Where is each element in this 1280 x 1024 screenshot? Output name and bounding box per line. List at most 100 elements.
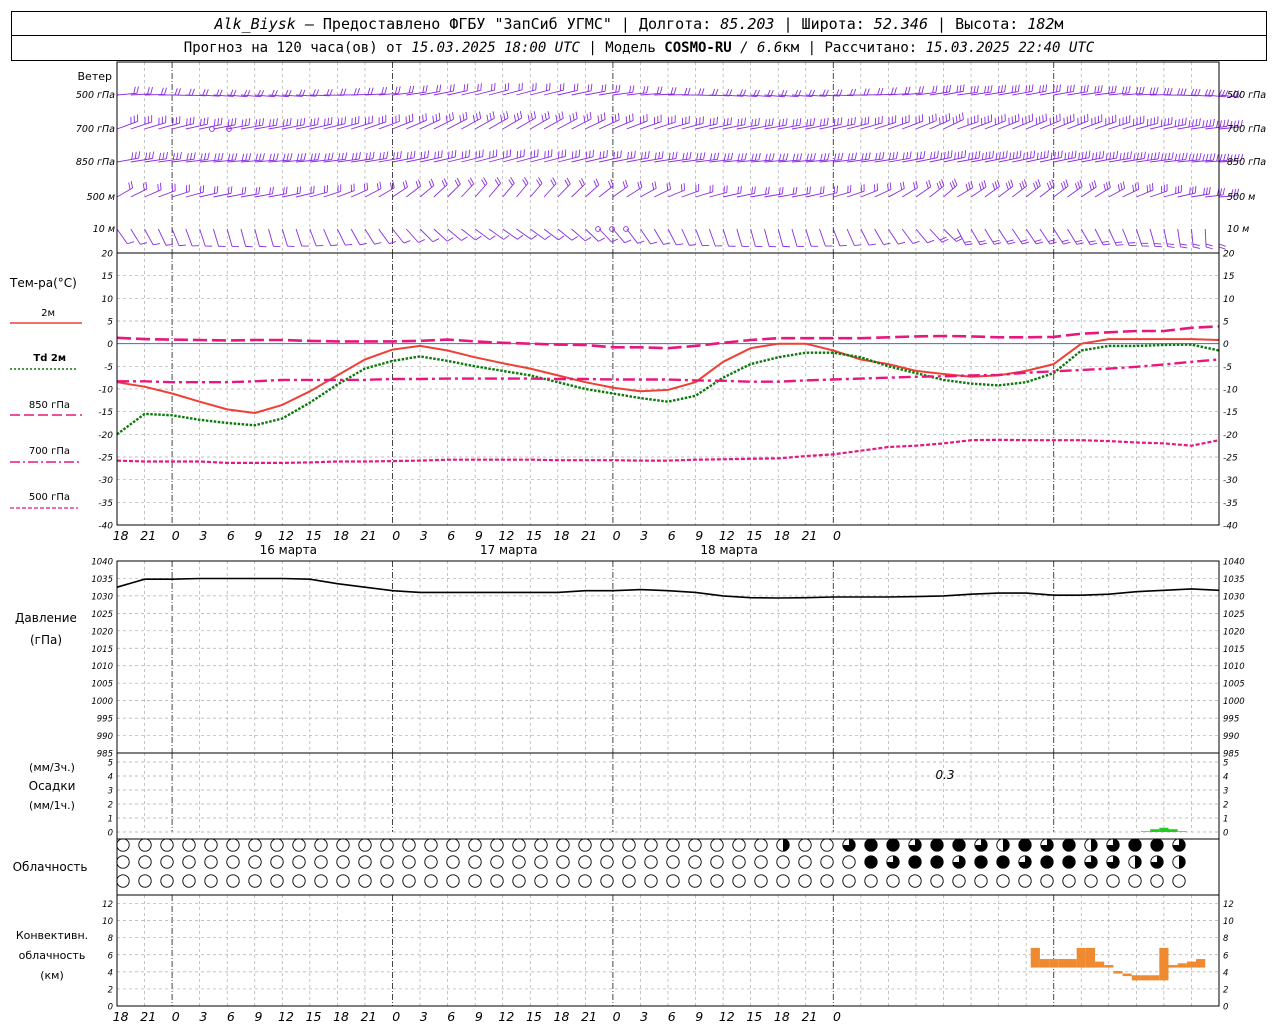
wind-barb-feather [976, 85, 979, 93]
cloud-cover-circle [512, 838, 526, 852]
wind-barb-feather [1115, 241, 1123, 244]
wind-barb-feather [952, 117, 955, 125]
wind-barb-feather [1063, 241, 1071, 245]
wind-barb-feather [1116, 151, 1119, 159]
precip-annotation: 0.3 [935, 768, 954, 782]
temperature-hour-label: 15 [306, 528, 322, 543]
wind-barb-feather [530, 112, 533, 120]
wind-level-right: 700 гПа [1227, 124, 1266, 135]
wind-barb-feather [517, 234, 524, 240]
wind-barb-feather [1086, 84, 1089, 92]
wind-barb-feather [939, 117, 941, 125]
wind-barb-feather [369, 152, 372, 160]
wind-barb-feather [833, 186, 836, 194]
wind-barb-feather [587, 84, 590, 92]
wind-level-right: 10 м [1227, 224, 1249, 235]
wind-barb-feather [584, 236, 592, 242]
wind-barb-feather [356, 88, 360, 95]
wind-barb-feather [186, 153, 189, 161]
wind-barb-feather [142, 183, 145, 191]
wind-barb-feather [406, 152, 409, 160]
wind-barb-feather [1089, 183, 1092, 191]
wind-barb-feather [1143, 151, 1146, 159]
wind-barb-feather [420, 151, 423, 160]
wind-barb-feather [1151, 183, 1154, 191]
temperature-hour-label: 15 [526, 528, 542, 543]
wind-barb-feather [1085, 151, 1087, 159]
wind-barb-feather [345, 243, 353, 246]
cloud-cover-circle [446, 838, 460, 852]
wind-barb-feather [408, 86, 412, 94]
cloud-cover-circle [666, 874, 680, 888]
wind-barb-feather [384, 86, 388, 94]
cloud-fill-full [952, 838, 966, 852]
wind-barb-feather [1189, 187, 1191, 195]
wind-barb-feather [625, 179, 628, 187]
wind-barb-feather [741, 153, 744, 161]
wind-barb-feather [1006, 239, 1014, 243]
wind-barb-feather [466, 83, 469, 91]
temperature-tick-left: 10 [102, 295, 114, 305]
wind-barb-feather [1066, 85, 1069, 93]
wind-barb-feather [1097, 85, 1100, 93]
wind-barb-feather [1056, 84, 1058, 93]
wind-barb-feather [754, 118, 757, 126]
wind-barb-feather [310, 118, 312, 127]
wind-barb-feather [716, 152, 720, 160]
wind-barb-feather [992, 183, 996, 191]
wind-barb-feather [685, 152, 688, 160]
wind-barb-feather [344, 116, 346, 124]
wind-barb-feather [1077, 181, 1081, 189]
convective-title-1: Конвективн. [16, 929, 88, 942]
wind-barb-feather [795, 118, 798, 126]
wind-barb-feather [138, 151, 141, 159]
wind-barb-feather [150, 86, 153, 94]
precip-unit-3h: (мм/3ч.) [29, 761, 75, 774]
cloud-cover-circle [908, 874, 922, 888]
wind-barb-feather [620, 150, 622, 158]
wind-barb-feather [765, 153, 768, 161]
wind-barb-feather [1140, 152, 1143, 160]
wind-barb-feather [158, 152, 162, 160]
wind-barb-feather [1205, 246, 1213, 250]
wind-barb-feather [1017, 84, 1020, 92]
wind-barb-feather [269, 153, 272, 161]
cloud-cover-circle [116, 838, 130, 852]
wind-barb-feather [1133, 153, 1136, 161]
wind-barb-feather [303, 152, 307, 161]
cloud-cover-circle [688, 855, 702, 869]
wind-barb-feather [1000, 85, 1003, 93]
cloud-cover-circle [248, 874, 262, 888]
wind-barb-feather [820, 186, 822, 194]
temperature-hour-label: 12 [719, 528, 735, 543]
wind-barb-feather [418, 116, 421, 124]
wind-barb [722, 228, 729, 247]
pressure-tick-left: 995 [97, 715, 113, 725]
wind-barb-feather [527, 114, 530, 122]
wind-barb-feather [555, 114, 558, 122]
wind-barb-feather [410, 151, 412, 159]
wind-barb-feather [768, 153, 772, 161]
wind-barb-feather [1093, 180, 1097, 188]
wind-barb-feather [909, 151, 912, 159]
wind-barb-feather [1109, 152, 1112, 160]
wind-barb-feather [489, 113, 492, 121]
wind-barb-feather [1049, 180, 1053, 188]
wind-barb-feather [313, 185, 315, 193]
wind-barb-feather [231, 118, 233, 126]
wind-barb-feather [1154, 152, 1157, 160]
wind-barb-feather [987, 85, 990, 93]
wind-barb-feather [282, 119, 285, 127]
cloud-cover-circle [226, 874, 240, 888]
wind-barb-feather [296, 153, 300, 161]
wind-barb-feather [758, 117, 760, 126]
cloud-cover-circle [688, 874, 702, 888]
date-label: 18 марта [700, 543, 757, 557]
wind-barb-feather [795, 186, 798, 194]
pressure-tick-left: 990 [97, 732, 113, 742]
cloud-cover-circle [666, 855, 680, 869]
wind-barb-feather [1194, 88, 1198, 96]
wind-barb-feather [193, 116, 195, 124]
wind-barb-feather [341, 117, 343, 125]
cloud-cover-circle [820, 874, 834, 888]
